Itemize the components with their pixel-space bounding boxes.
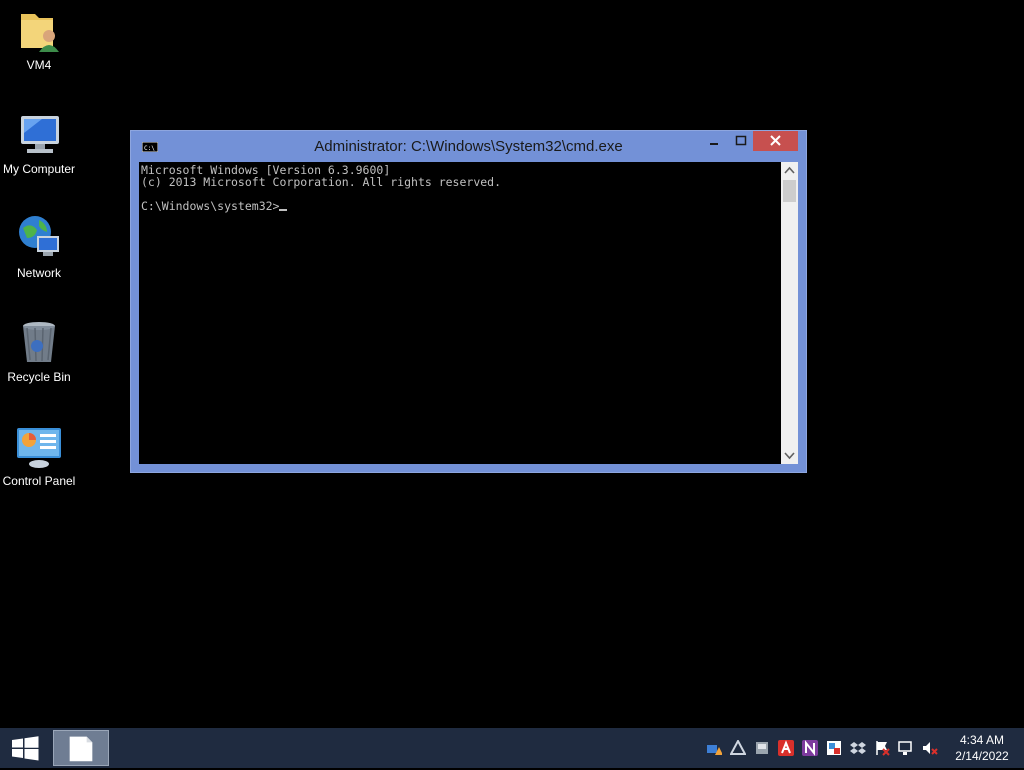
taskbar: 4:34 AM 2/14/2022 [0, 728, 1024, 768]
minimize-button[interactable] [701, 131, 727, 151]
image-icon[interactable] [826, 740, 842, 756]
device-icon[interactable] [754, 740, 770, 756]
scroll-up-button[interactable] [781, 162, 798, 179]
control-panel-icon [17, 428, 61, 468]
title-bar[interactable]: C:\ Administrator: C:\Windows\System32\c… [131, 131, 806, 162]
user-folder-icon [21, 14, 59, 52]
arrows-icon[interactable] [730, 740, 746, 756]
console-prompt-line: C:\Windows\system32> [141, 200, 779, 212]
chevron-up-icon [784, 166, 795, 174]
network-alert-icon[interactable] [706, 740, 722, 756]
desktop-icon-vm4[interactable]: VM4 [0, 6, 78, 72]
dropbox-icon[interactable] [850, 740, 866, 756]
console-line: (c) 2013 Microsoft Corporation. All righ… [141, 175, 502, 189]
cmd-window[interactable]: C:\ Administrator: C:\Windows\System32\c… [130, 130, 807, 473]
text-cursor [279, 209, 288, 211]
console-prompt: C:\Windows\system32> [141, 199, 280, 213]
clock-time: 4:34 AM [959, 733, 1005, 747]
action-center-flag-icon[interactable] [874, 740, 890, 756]
start-button[interactable] [0, 728, 50, 768]
close-button[interactable] [753, 131, 798, 151]
desktop-icon-label: Network [16, 266, 61, 280]
chevron-down-icon [784, 452, 795, 460]
maximize-button[interactable] [728, 131, 754, 151]
minimize-icon [710, 143, 718, 145]
desktop-icon-recycle-bin[interactable]: Recycle Bin [0, 318, 78, 384]
scroll-down-button[interactable] [781, 447, 798, 464]
taskbar-clock[interactable]: 4:34 AM 2/14/2022 [946, 732, 1018, 764]
desktop-icon-label: My Computer [2, 162, 76, 176]
computer-icon [21, 116, 59, 153]
vertical-scrollbar[interactable] [781, 162, 798, 464]
desktop-icon-control-panel[interactable]: Control Panel [0, 422, 78, 488]
desktop-icon-label: Recycle Bin [7, 370, 71, 384]
close-icon [770, 135, 781, 146]
scroll-thumb[interactable] [783, 180, 796, 202]
console-output[interactable]: Microsoft Windows [Version 6.3.9600] (c)… [139, 162, 781, 464]
desktop-icon-label: VM4 [26, 58, 52, 72]
volume-muted-icon[interactable] [922, 740, 938, 756]
maximize-icon [735, 135, 747, 146]
onenote-icon[interactable] [802, 740, 818, 756]
display-icon[interactable] [898, 740, 914, 756]
windows-logo-icon [12, 736, 39, 761]
taskbar-app-button[interactable] [53, 730, 109, 766]
recycle-bin-icon [23, 322, 55, 362]
desktop-icon-label: Control Panel [2, 474, 76, 488]
desktop-icon-network[interactable]: Network [0, 214, 78, 280]
antivirus-icon[interactable] [778, 740, 794, 756]
document-icon [69, 736, 93, 762]
clock-date: 2/14/2022 [955, 749, 1009, 763]
desktop-icon-my-computer[interactable]: My Computer [0, 110, 78, 176]
network-icon [19, 216, 59, 256]
